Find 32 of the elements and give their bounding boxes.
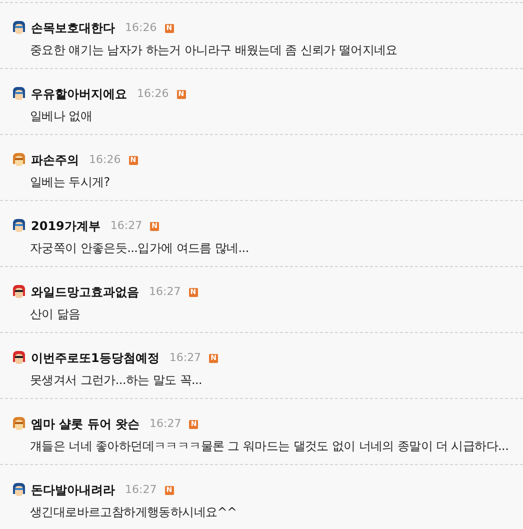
- comment-text: 걔들은 너네 좋아하던데ㅋㅋㅋㅋ물론 그 워마드는 댈것도 없이 너네의 종말이 더 시급하다...: [30, 438, 509, 455]
- avatar-icon: [12, 416, 26, 432]
- author-name[interactable]: 와일드망고효과없음: [31, 283, 139, 301]
- comment-text: 일베는 두시게?: [30, 174, 110, 191]
- comment-time: 16:27: [169, 350, 202, 366]
- comment-time: 16:26: [137, 86, 169, 102]
- comment-text: 중요한 얘기는 남자가 하는거 아니라구 배웠는데 좀 신뢰가 떨어지네요: [30, 42, 398, 59]
- comment-text: 못생겨서 그런가...하는 말도 꼭...: [30, 372, 202, 389]
- author-name[interactable]: 돈다발아내려라: [31, 481, 115, 499]
- comment-text: 산이 닮음: [30, 306, 80, 323]
- avatar-icon: [12, 218, 26, 234]
- author-name[interactable]: 손목보호대한다: [31, 19, 115, 37]
- avatar-icon: [12, 482, 26, 498]
- avatar-icon: [12, 86, 26, 102]
- avatar-icon: [12, 350, 26, 366]
- author-name[interactable]: 우유할아버지에요: [31, 85, 127, 103]
- author-name[interactable]: 파손주의: [31, 151, 79, 169]
- avatar-icon: [12, 284, 26, 300]
- comment-time: 16:27: [150, 416, 182, 432]
- author-name[interactable]: 이번주로또1등당첨예정: [31, 349, 160, 367]
- avatar-icon: [12, 152, 26, 168]
- avatar-icon: [12, 20, 26, 36]
- comment-time: 16:26: [89, 152, 121, 168]
- comment-text: 자궁쪽이 안좋은듯...입가에 여드름 많네...: [30, 240, 249, 257]
- author-name[interactable]: 엠마 샬롯 듀어 왓슨: [31, 415, 140, 433]
- comment-text: 일베나 없애: [30, 108, 92, 125]
- comment-text: 생긴대로바르고참하게행동하시네요^^: [30, 504, 237, 521]
- comment-time: 16:27: [149, 284, 181, 300]
- comment-time: 16:26: [125, 20, 157, 36]
- comment-time: 16:27: [110, 218, 142, 234]
- author-name[interactable]: 2019가계부: [31, 217, 100, 235]
- comment-time: 16:27: [125, 482, 157, 498]
